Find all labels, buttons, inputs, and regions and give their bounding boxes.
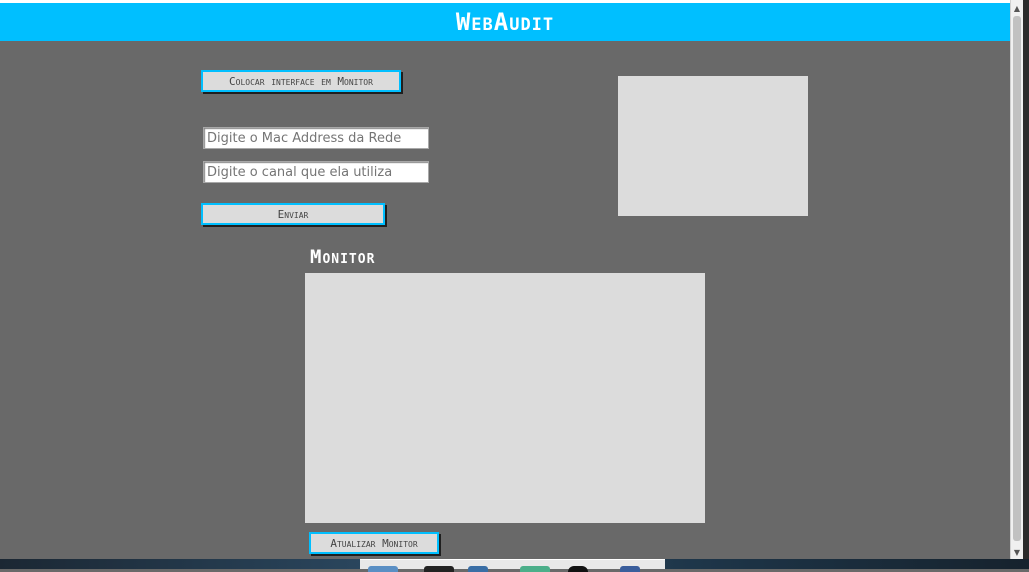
channel-input[interactable] [203, 161, 429, 183]
document-icon[interactable] [468, 566, 488, 572]
app-title: WebAudit [455, 8, 555, 36]
monitor-heading: Monitor [310, 246, 376, 268]
refresh-monitor-button[interactable]: Atualizar Monitor [309, 532, 439, 554]
desktop-taskbar [0, 559, 1029, 572]
app-icon[interactable] [520, 566, 550, 572]
monitor-output-panel [305, 273, 705, 523]
monitor-mode-button[interactable]: Colocar interface em Monitor [201, 70, 401, 92]
terminal-icon[interactable] [424, 566, 454, 572]
window-edge [1023, 0, 1029, 560]
editor-icon[interactable] [620, 566, 640, 572]
folder-icon[interactable] [368, 566, 398, 572]
taskbar-dock [360, 559, 665, 572]
scroll-down-icon[interactable]: ▼ [1011, 545, 1023, 559]
app-header: WebAudit [0, 0, 1010, 41]
mac-address-input[interactable] [203, 127, 429, 149]
network-info-panel [618, 76, 808, 216]
send-button[interactable]: Enviar [201, 203, 385, 225]
browser-icon[interactable] [568, 566, 588, 572]
vertical-scrollbar[interactable]: ▲ ▼ [1010, 0, 1023, 560]
scrollbar-thumb[interactable] [1013, 16, 1021, 541]
scroll-up-icon[interactable]: ▲ [1011, 1, 1023, 15]
